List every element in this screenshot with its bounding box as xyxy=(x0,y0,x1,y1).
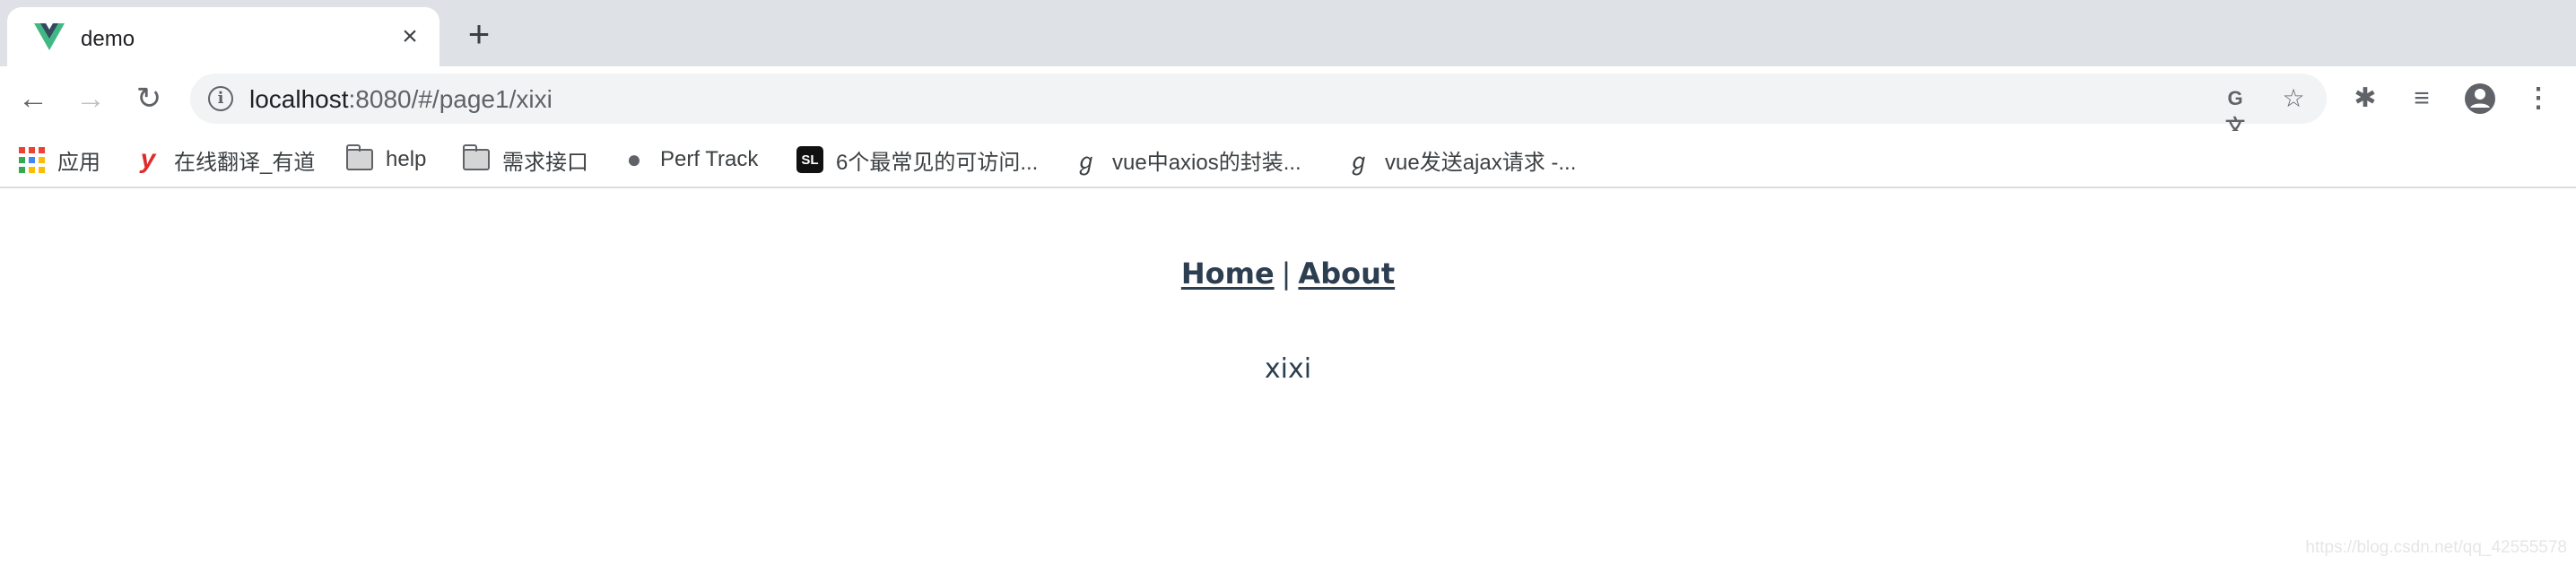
bookmark-label: 6个最常见的可访问... xyxy=(836,150,1039,175)
apps-icon xyxy=(18,146,45,173)
tab-title: demo xyxy=(81,27,135,51)
vue-logo-icon xyxy=(34,23,65,50)
globe-icon: ● xyxy=(626,145,642,173)
browser-toolbar: ← → ↻ i localhost:8080/#/page1/xixi G文 ☆… xyxy=(0,66,2576,138)
bookmark-youdao[interactable]: y 在线翻译_有道 xyxy=(135,144,316,175)
account-icon[interactable] xyxy=(2464,83,2496,115)
back-icon[interactable]: ← xyxy=(15,81,51,117)
folder-icon xyxy=(346,144,373,173)
csdn-icon: ℊ xyxy=(1346,147,1371,175)
bookmark-label: vue中axios的封装... xyxy=(1112,150,1301,175)
bookmark-label: vue发送ajax请求 -... xyxy=(1385,150,1577,175)
bookmark-label: 应用 xyxy=(57,150,100,175)
bookmark-apps[interactable]: 应用 xyxy=(18,145,100,175)
extensions-icon[interactable]: ✱ xyxy=(2349,83,2381,115)
csdn-icon: ℊ xyxy=(1074,147,1098,175)
folder-icon xyxy=(463,144,490,173)
new-tab-button[interactable]: + xyxy=(459,15,499,56)
sl-icon: SL xyxy=(796,146,823,173)
bookmark-label: 需求接口 xyxy=(502,150,588,175)
page-content: Home | About xixi https://blog.csdn.net/qq… xyxy=(0,190,2576,565)
translate-icon[interactable]: G文 xyxy=(2221,84,2250,138)
bookmark-help[interactable]: help xyxy=(346,144,427,174)
url-path: :8080/#/page1/xixi xyxy=(348,85,553,113)
bookmark-vue-axios[interactable]: ℊ vue中axios的封装... xyxy=(1073,145,1301,175)
youdao-icon: y xyxy=(140,144,156,174)
watermark: https://blog.csdn.net/qq_42555578 xyxy=(2305,538,2567,557)
bookmark-api-folder[interactable]: 需求接口 xyxy=(463,144,588,175)
media-control-icon[interactable]: ≡ xyxy=(2406,83,2438,115)
bookmark-accessibility[interactable]: SL 6个最常见的可访问... xyxy=(796,145,1039,175)
tab-strip: demo × + xyxy=(0,0,2576,66)
bookmark-label: 在线翻译_有道 xyxy=(174,150,316,175)
nav-separator: | xyxy=(1281,256,1292,291)
nav-home-link[interactable]: Home xyxy=(1181,256,1275,291)
bookmark-vue-ajax[interactable]: ℊ vue发送ajax请求 -... xyxy=(1345,145,1577,175)
router-nav: Home | About xyxy=(0,256,2576,291)
page-text: xixi xyxy=(1264,353,1312,385)
tab-demo[interactable]: demo × xyxy=(7,7,439,66)
nav-about-link[interactable]: About xyxy=(1298,256,1395,291)
bookmarks-bar: 应用 y 在线翻译_有道 help 需求接口 ● Perf Track SL 6… xyxy=(0,131,2576,188)
bookmark-perf-track[interactable]: ● Perf Track xyxy=(621,145,759,174)
star-icon[interactable]: ☆ xyxy=(2279,84,2308,113)
address-bar[interactable]: i localhost:8080/#/page1/xixi G文 ☆ xyxy=(190,74,2327,138)
bookmark-label: help xyxy=(386,147,427,171)
url-text[interactable]: localhost:8080/#/page1/xixi xyxy=(249,85,553,114)
tab-close-button[interactable]: × xyxy=(395,22,425,52)
forward-icon[interactable]: → xyxy=(73,81,109,117)
bookmark-label: Perf Track xyxy=(660,147,759,171)
menu-icon[interactable]: ⋮ xyxy=(2522,83,2554,115)
reload-icon[interactable]: ↻ xyxy=(131,81,167,117)
info-icon[interactable]: i xyxy=(208,86,233,111)
url-host: localhost xyxy=(249,85,349,113)
